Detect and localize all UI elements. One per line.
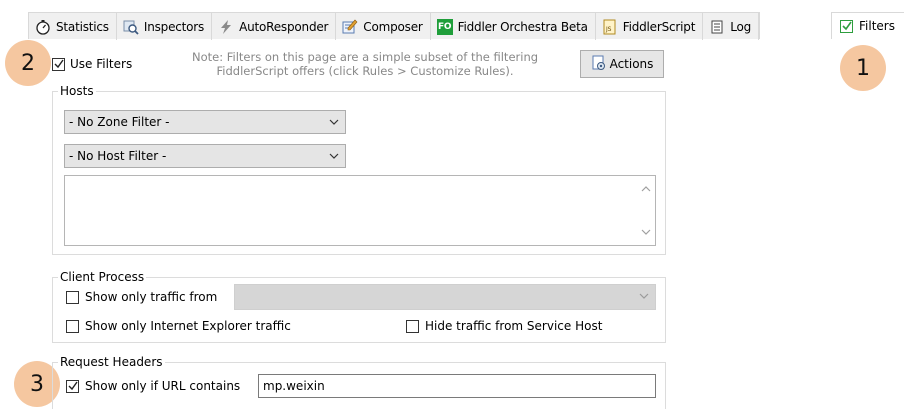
actions-button[interactable]: Actions: [580, 50, 664, 78]
tab-label: Statistics: [56, 19, 109, 34]
show-only-traffic-from-checkbox[interactable]: [66, 290, 79, 304]
hosts-list-textarea[interactable]: [64, 175, 656, 246]
host-filter-value: - No Host Filter -: [69, 149, 167, 163]
tab-composer[interactable]: Composer: [336, 13, 431, 40]
tab-label: Filters: [859, 19, 895, 33]
tab-label: FiddlerScript: [622, 19, 696, 34]
actions-icon: [591, 55, 607, 74]
tab-label: Inspectors: [143, 19, 205, 34]
chevron-down-icon: [639, 293, 649, 299]
host-filter-dropdown[interactable]: - No Host Filter -: [64, 144, 346, 168]
use-filters-checkbox[interactable]: [52, 57, 65, 71]
url-contains-checkbox[interactable]: [66, 379, 79, 393]
hide-service-host-label: Hide traffic from Service Host: [425, 319, 603, 333]
filters-note: Note: Filters on this page are a simple …: [191, 50, 539, 78]
chevron-down-icon: [329, 119, 339, 125]
tab-fiddlerscript[interactable]: JS FiddlerScript: [596, 13, 704, 40]
chevron-down-icon: [329, 153, 339, 159]
scroll-down-icon: [641, 229, 651, 235]
log-icon: [709, 19, 725, 35]
svg-text:JS: JS: [605, 26, 612, 33]
zone-filter-dropdown[interactable]: - No Zone Filter -: [64, 110, 346, 134]
lightning-icon: [218, 19, 234, 35]
script-icon: JS: [602, 19, 618, 35]
tab-statistics[interactable]: Statistics: [29, 13, 117, 40]
tab-autoresponder[interactable]: AutoResponder: [212, 13, 337, 40]
tab-fiddler-orchestra[interactable]: FO Fiddler Orchestra Beta: [431, 13, 596, 40]
tab-label: Composer: [363, 19, 423, 34]
url-contains-label: Show only if URL contains: [85, 379, 241, 393]
show-only-ie-checkbox[interactable]: [66, 319, 79, 333]
tab-label: Fiddler Orchestra Beta: [457, 19, 588, 34]
tab-label: AutoResponder: [239, 19, 329, 34]
show-only-ie-option[interactable]: Show only Internet Explorer traffic: [66, 319, 291, 333]
tab-log[interactable]: Log: [703, 13, 760, 40]
use-filters-label: Use Filters: [70, 57, 133, 71]
hide-service-host-option[interactable]: Hide traffic from Service Host: [406, 319, 602, 333]
zone-filter-value: - No Zone Filter -: [69, 115, 170, 129]
filters-checkbox[interactable]: [840, 19, 853, 33]
client-process-title: Client Process: [58, 270, 147, 284]
url-contains-input[interactable]: mp.weixin: [258, 374, 656, 398]
fo-icon: FO: [436, 18, 453, 35]
annotation-badge-1: 1: [840, 45, 886, 91]
url-contains-option[interactable]: Show only if URL contains: [66, 379, 240, 393]
check-icon: [54, 59, 64, 69]
actions-label: Actions: [609, 57, 654, 71]
show-only-ie-label: Show only Internet Explorer traffic: [85, 319, 291, 333]
url-contains-value: mp.weixin: [263, 379, 325, 393]
scroll-up-icon: [641, 186, 651, 192]
show-only-traffic-from-option[interactable]: Show only traffic from: [66, 290, 217, 304]
annotation-badge-2: 2: [5, 40, 51, 86]
check-icon: [841, 21, 852, 31]
tab-strip: Statistics Inspectors AutoResponder Comp…: [0, 0, 904, 44]
tabs-row: Statistics Inspectors AutoResponder Comp…: [28, 12, 761, 40]
tab-label: Log: [730, 19, 752, 34]
hosts-list-scrollbar[interactable]: [638, 176, 655, 245]
hide-service-host-checkbox[interactable]: [406, 319, 419, 333]
stopwatch-icon: [35, 19, 51, 35]
use-filters-option[interactable]: Use Filters: [52, 57, 132, 71]
process-dropdown[interactable]: [234, 284, 656, 310]
hosts-title: Hosts: [58, 84, 96, 98]
composer-icon: [342, 19, 358, 35]
request-headers-title: Request Headers: [58, 355, 165, 369]
check-icon: [68, 381, 78, 391]
tab-filters[interactable]: Filters: [831, 12, 904, 39]
show-only-traffic-from-label: Show only traffic from: [85, 290, 218, 304]
inspectors-icon: [123, 19, 139, 35]
tab-inspectors[interactable]: Inspectors: [117, 13, 213, 40]
